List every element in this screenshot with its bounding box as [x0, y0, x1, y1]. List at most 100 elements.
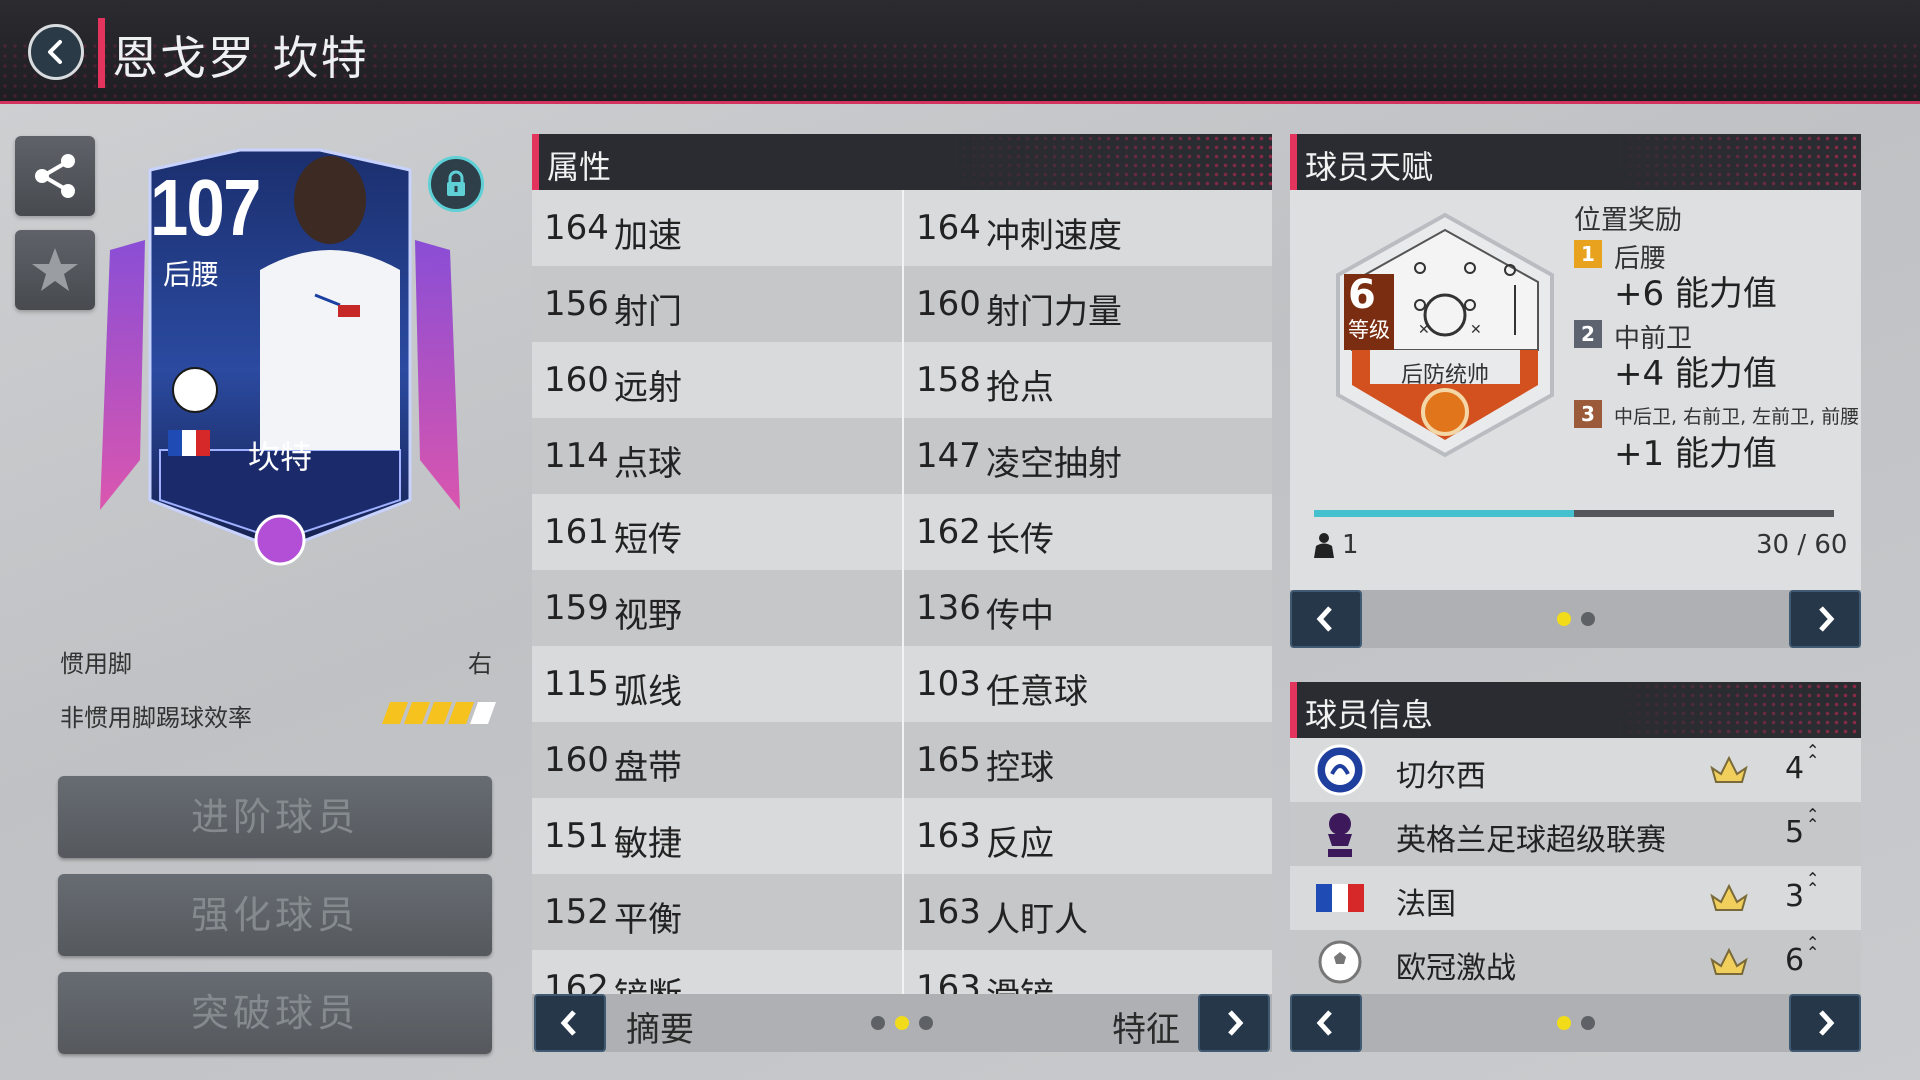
- player-info-row[interactable]: 欧冠激战 6 ⌃ ⌃: [1290, 930, 1861, 994]
- attribute-label: 任意球: [986, 672, 1088, 712]
- attribute-cell: 165 控球: [902, 722, 1272, 798]
- attributes-prev-button[interactable]: [534, 994, 606, 1052]
- attribute-value: 151: [544, 816, 609, 856]
- attributes-title: 属性: [547, 148, 612, 186]
- favorite-button[interactable]: [15, 230, 95, 310]
- star-icon: [32, 248, 78, 291]
- attribute-row: 164 加速 164 冲刺速度: [532, 190, 1272, 266]
- attribute-row: 160 盘带 165 控球: [532, 722, 1272, 798]
- weak-foot-row: 非惯用脚踢球效率: [60, 698, 497, 733]
- attribute-cell: 151 敏捷: [532, 798, 902, 874]
- attribute-row: 159 视野 136 传中: [532, 570, 1272, 646]
- rank-up-icon: ⌃ ⌃: [1806, 805, 1820, 834]
- attribute-row: 160 远射 158 抢点: [532, 342, 1272, 418]
- attribute-label: 冲刺速度: [986, 216, 1122, 256]
- back-button[interactable]: [28, 24, 84, 80]
- player-info-next-button[interactable]: [1789, 994, 1861, 1052]
- preferred-foot-value: 右: [468, 650, 492, 678]
- talent-header: 球员天赋: [1290, 134, 1861, 190]
- champions-league-icon: [1314, 936, 1366, 988]
- page-dot[interactable]: [871, 1016, 885, 1030]
- player-info-value: 6: [1785, 943, 1805, 978]
- player-info-name: 英格兰足球超级联赛: [1396, 823, 1666, 858]
- attribute-value: 103: [916, 664, 981, 704]
- talent-prev-button[interactable]: [1290, 590, 1362, 648]
- talent-level-label: 等级: [1348, 318, 1390, 342]
- card-rating: 107: [150, 163, 261, 252]
- attribute-row: 162铲断163滑铲: [532, 950, 1272, 994]
- page-dot-active[interactable]: [1557, 1016, 1571, 1030]
- attributes-nav-bar: 摘要 特征: [532, 994, 1272, 1052]
- crown-icon: [1708, 882, 1750, 914]
- attribute-value: 163: [916, 892, 981, 932]
- player-silhouette-icon: [1314, 533, 1334, 558]
- attribute-value: 115: [544, 664, 609, 704]
- attribute-cell: 160 射门力量: [902, 266, 1272, 342]
- page-dot[interactable]: [1581, 1016, 1595, 1030]
- weak-foot-label: 非惯用脚踢球效率: [60, 704, 252, 732]
- attribute-cell: 115 弧线: [532, 646, 902, 722]
- enhance-player-button[interactable]: 强化球员: [58, 874, 492, 956]
- rank-up-icon: ⌃ ⌃: [1806, 741, 1820, 770]
- weak-foot-rating: [381, 702, 497, 724]
- talent-nav-bar: [1290, 590, 1861, 648]
- crown-icon: [1708, 754, 1750, 786]
- attribute-value: 136: [916, 588, 981, 628]
- attribute-label: 反应: [986, 824, 1054, 864]
- attribute-value: 163: [916, 816, 981, 856]
- attribute-cell: 147 凌空抽射: [902, 418, 1272, 494]
- attributes-table[interactable]: 164 加速 164 冲刺速度 156 射门 160 射门力量 160 远射 158 抢点 114 点球 1…: [532, 190, 1272, 994]
- chevron-left-icon: [1316, 606, 1332, 632]
- attribute-value: 164: [916, 208, 981, 248]
- attribute-cell: 152 平衡: [532, 874, 902, 950]
- attributes-prev-label[interactable]: 摘要: [626, 1002, 694, 1051]
- chelsea-badge-icon: [1314, 744, 1366, 796]
- attribute-cell: 136 传中: [902, 570, 1272, 646]
- attribute-cell: 158 抢点: [902, 342, 1272, 418]
- attribute-row: 156 射门 160 射门力量: [532, 266, 1272, 342]
- attribute-cell: 163 反应: [902, 798, 1272, 874]
- attribute-cell: 114 点球: [532, 418, 902, 494]
- attribute-value: 158: [916, 360, 981, 400]
- attributes-next-label[interactable]: 特征: [1112, 1002, 1180, 1051]
- bonus-value: +6 能力值: [1614, 274, 1777, 314]
- page-dot-active[interactable]: [1557, 612, 1571, 626]
- share-button[interactable]: [15, 136, 95, 216]
- attributes-next-button[interactable]: [1198, 994, 1270, 1052]
- player-info-row[interactable]: 法国 3 ⌃ ⌃: [1290, 866, 1861, 930]
- attribute-cell: 156 射门: [532, 266, 902, 342]
- player-info-row[interactable]: 英格兰足球超级联赛 5 ⌃ ⌃: [1290, 802, 1861, 866]
- attribute-label: 射门: [614, 292, 682, 332]
- advance-player-button[interactable]: 进阶球员: [58, 776, 492, 858]
- lock-button[interactable]: [428, 156, 484, 212]
- attribute-cell: 159 视野: [532, 570, 902, 646]
- attribute-cell: 164 冲刺速度: [902, 190, 1272, 266]
- svg-text:✕: ✕: [1470, 322, 1482, 338]
- talent-level: 6: [1348, 272, 1376, 318]
- attribute-cell: 160 盘带: [532, 722, 902, 798]
- rank-up-icon: ⌃ ⌃: [1806, 869, 1820, 898]
- lock-icon: [447, 170, 465, 196]
- share-icon: [35, 154, 75, 198]
- player-info-row[interactable]: 切尔西 4 ⌃ ⌃: [1290, 738, 1861, 802]
- attribute-value: 152: [544, 892, 609, 932]
- attribute-label: 人盯人: [986, 900, 1088, 940]
- attribute-cell: 164 加速: [532, 190, 902, 266]
- chevron-right-icon: [1819, 1010, 1835, 1036]
- attribute-row: 152 平衡 163 人盯人: [532, 874, 1272, 950]
- talent-next-button[interactable]: [1789, 590, 1861, 648]
- attribute-cell: 163 人盯人: [902, 874, 1272, 950]
- page-dot[interactable]: [919, 1016, 933, 1030]
- attribute-cell: 103 任意球: [902, 646, 1272, 722]
- bonus-value: +4 能力值: [1614, 354, 1777, 394]
- page-dot[interactable]: [1581, 612, 1595, 626]
- position-bonus-title: 位置奖励: [1574, 205, 1682, 236]
- breakthrough-player-button[interactable]: 突破球员: [58, 972, 492, 1054]
- bonus-value: +1 能力值: [1614, 434, 1777, 474]
- attribute-row: 115 弧线 103 任意球: [532, 646, 1272, 722]
- attribute-value: 162: [544, 968, 609, 994]
- attribute-value: 160: [916, 284, 981, 324]
- page-dot-active[interactable]: [895, 1016, 909, 1030]
- card-position: 后腰: [163, 258, 220, 291]
- player-info-prev-button[interactable]: [1290, 994, 1362, 1052]
